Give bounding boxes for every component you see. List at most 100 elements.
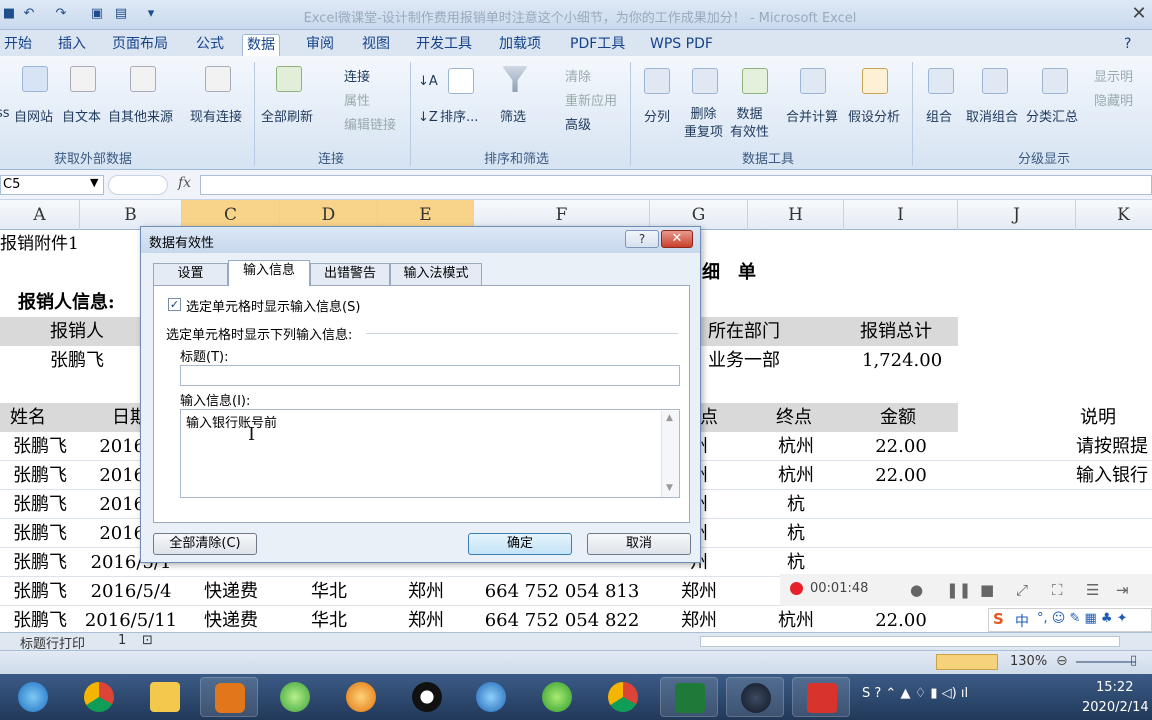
cell-end[interactable]: 杭州 [748, 606, 844, 632]
connections-button[interactable]: 连接 [344, 66, 370, 85]
formula-input[interactable] [200, 175, 1152, 195]
form-icon[interactable]: ▤ [112, 5, 130, 23]
cell-type[interactable]: 快递费 [182, 577, 280, 606]
cell-region[interactable]: 华北 [280, 606, 378, 632]
from-web-button[interactable]: 自网站 [14, 106, 53, 125]
what-if-analysis-button[interactable]: 假设分析 [848, 106, 900, 125]
chrome-icon[interactable] [70, 677, 128, 717]
cell-date[interactable]: 2016/5/11 [80, 606, 182, 632]
existing-connections-button[interactable]: 现有连接 [190, 106, 242, 125]
tab-insert[interactable]: 插入 [54, 34, 90, 56]
recorder-app-icon[interactable] [726, 677, 784, 717]
remove-duplicates-button[interactable]: 删除 重复项 [684, 106, 723, 142]
cell-dept[interactable]: 业务一部 [708, 346, 780, 375]
cell-amount[interactable]: 22.00 [844, 461, 958, 490]
horizontal-scrollbar[interactable] [700, 636, 1120, 647]
sort-descending-icon[interactable]: ↓Z [418, 110, 438, 125]
cell-end[interactable]: 杭 [748, 548, 844, 577]
zoom-thumb-icon[interactable]: ▯ [1130, 653, 1137, 668]
from-text-button[interactable]: 自文本 [62, 106, 101, 125]
data-validation-button[interactable]: 数据 有效性 [730, 106, 769, 142]
cell-note[interactable] [1076, 548, 1152, 577]
capture-app-icon[interactable] [792, 677, 850, 717]
fullscreen-icon[interactable]: ⤢ [1016, 581, 1028, 599]
cell-date[interactable]: 2016/5/4 [80, 577, 182, 606]
ie-icon[interactable] [4, 677, 62, 717]
cell-city[interactable]: 郑州 [378, 577, 474, 606]
ime-chinese-icon[interactable]: 中 [1015, 611, 1029, 631]
subtotal-button[interactable]: 分类汇总 [1026, 106, 1078, 125]
column-header[interactable]: K [1076, 200, 1152, 230]
th-name[interactable]: 姓名 [10, 403, 46, 432]
new-sheet-icon[interactable]: ⊡ [142, 633, 153, 648]
save-icon[interactable]: ■ [0, 5, 18, 23]
cell-amount[interactable]: 22.00 [844, 432, 958, 461]
header-dept[interactable]: 所在部门 [708, 317, 780, 346]
app-icon[interactable] [332, 677, 390, 717]
clock-time[interactable]: 15:22 [1096, 680, 1133, 695]
sheet-heading-fragment[interactable]: 细 单 [702, 258, 756, 287]
undo-icon[interactable]: ↶ [20, 5, 38, 23]
sheet-tab[interactable]: 1 [118, 633, 126, 648]
cell-start[interactable]: 郑州 [650, 606, 748, 632]
tab-error-alert[interactable]: 出错警告 [310, 263, 390, 285]
cell-amount[interactable] [844, 519, 958, 548]
cell-name[interactable]: 张鹏飞 [0, 577, 80, 606]
region-icon[interactable]: ⛶ [1052, 581, 1063, 599]
filter-button[interactable]: 筛选 [500, 106, 526, 125]
th-amount[interactable]: 金额 [880, 403, 916, 432]
sogou-icon[interactable]: S [993, 610, 1004, 628]
chrome2-icon[interactable] [594, 677, 652, 717]
dialog-close-button[interactable]: ✕ [661, 230, 693, 248]
refresh-all-button[interactable]: 全部刷新 [261, 106, 313, 125]
message-textarea[interactable]: 输入银行账号前 ▲ ▼ [180, 409, 680, 498]
video-player-icon[interactable] [528, 677, 586, 717]
reapply-button[interactable]: 重新应用 [565, 90, 617, 109]
tab-pdf-tools[interactable]: PDF工具 [566, 34, 629, 56]
name-box-dropdown-icon[interactable]: ▼ [90, 176, 98, 189]
media-player-icon[interactable] [200, 677, 258, 717]
tab-wps-pdf[interactable]: WPS PDF [646, 34, 717, 56]
message-scrollbar[interactable]: ▲ ▼ [661, 411, 679, 497]
view-buttons[interactable] [936, 654, 998, 670]
cell-end[interactable]: 杭州 [748, 461, 844, 490]
group-button[interactable]: 组合 [926, 106, 952, 125]
ie2-icon[interactable] [462, 677, 520, 717]
from-access-button[interactable]: ss [0, 106, 10, 121]
cell-person[interactable]: 张鹏飞 [50, 346, 104, 375]
zoom-level[interactable]: 130% [1010, 654, 1047, 669]
cell-end[interactable]: 杭 [748, 490, 844, 519]
tab-home[interactable]: 开始 [0, 34, 36, 56]
clear-filter-button[interactable]: 清除 [565, 66, 591, 85]
show-input-checkbox[interactable]: ✓ [168, 298, 181, 311]
title-input[interactable] [180, 365, 680, 386]
hide-detail-button[interactable]: 隐藏明 [1094, 90, 1133, 109]
dialog-help-button[interactable]: ? [625, 230, 659, 248]
tab-settings[interactable]: 设置 [153, 263, 228, 285]
cancel-button[interactable]: 取消 [587, 533, 691, 555]
cell-name[interactable]: 张鹏飞 [0, 432, 80, 461]
section-label[interactable]: 报销人信息: [18, 288, 115, 317]
pause-icon[interactable]: ❚❚ [946, 581, 971, 599]
tab-addins[interactable]: 加载项 [495, 34, 545, 56]
cell-name[interactable]: 张鹏飞 [0, 490, 80, 519]
folder-icon[interactable] [136, 677, 194, 717]
insert-function-icon[interactable]: fx [178, 175, 191, 191]
show-detail-button[interactable]: 显示明 [1094, 66, 1133, 85]
ok-button[interactable]: 确定 [468, 533, 572, 555]
tab-page-layout[interactable]: 页面布局 [108, 34, 172, 56]
column-header[interactable]: H [748, 200, 844, 230]
tab-review[interactable]: 审阅 [302, 34, 338, 56]
scroll-down-icon[interactable]: ▼ [666, 483, 673, 493]
cell-name[interactable]: 张鹏飞 [0, 461, 80, 490]
print-preview-icon[interactable]: ▣ [88, 5, 106, 23]
cell-city[interactable]: 郑州 [378, 606, 474, 632]
tab-input-message[interactable]: 输入信息 [228, 260, 310, 286]
help-icon[interactable]: ? [1120, 34, 1135, 56]
cell-amount[interactable] [844, 490, 958, 519]
excel-icon[interactable] [660, 677, 718, 717]
tab-developer[interactable]: 开发工具 [412, 34, 476, 56]
browser-icon[interactable] [266, 677, 324, 717]
column-header[interactable]: I [844, 200, 958, 230]
cell-start[interactable]: 郑州 [650, 577, 748, 606]
